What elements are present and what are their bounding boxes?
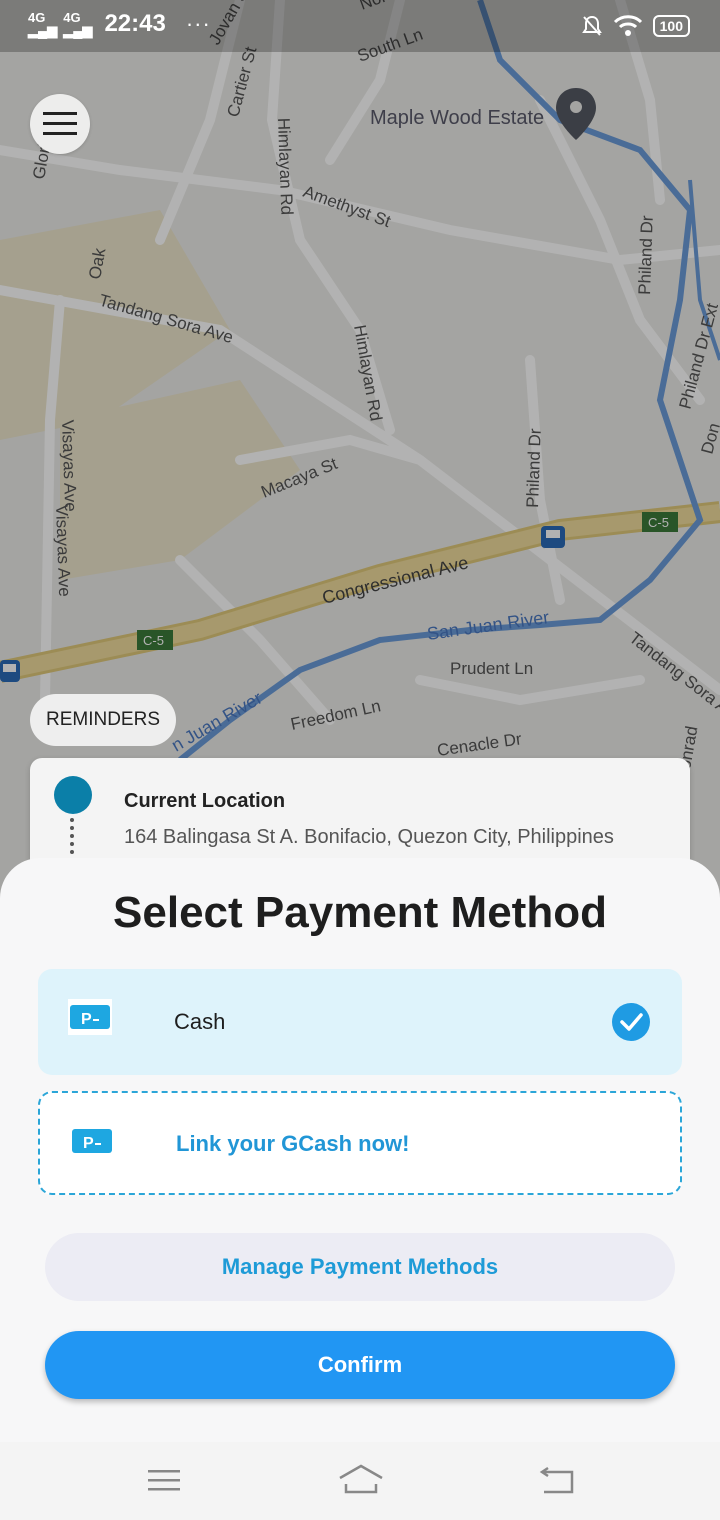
confirm-button[interactable]: Confirm [45,1331,675,1399]
signal-icon: 4G ▂▄▆ [28,10,58,38]
reminders-button[interactable]: REMINDERS [30,694,176,746]
hamburger-icon [43,112,77,135]
location-address: 164 Balingasa St A. Bonifacio, Quezon Ci… [124,826,614,848]
more-notifications-icon: ··· [185,11,211,36]
bus-stop-icon[interactable] [0,660,20,682]
battery-indicator: 100 [652,15,690,37]
link-gcash-label: Link your GCash now! [176,1131,410,1156]
payment-option-label: Cash [174,1009,226,1034]
map-label-philand-dr-2: Philand Dr [523,428,545,508]
location-title: Current Location [124,790,286,812]
signal-icon: 4G ▂▄▆ [63,10,93,38]
map-label-himlayan-rd-1: Himlayan Rd [274,117,296,215]
map-label-visayas-ave-2: Visayas Ave [52,504,74,597]
recent-apps-icon[interactable] [144,1462,184,1498]
link-gcash-option[interactable]: P Link your GCash now! [38,1091,682,1195]
map-label-prudent-ln: Prudent Ln [450,659,533,678]
map-label-philand-dr: Philand Dr [635,215,657,295]
origin-dot-icon [54,776,92,814]
wifi-icon [613,15,642,36]
map-label-maple-wood-estate: Maple Wood Estate [370,107,544,129]
c5-shield-right-label: C-5 [648,515,669,530]
status-bar: 4G ▂▄▆ 4G ▂▄▆ 22:43 ··· 100 [0,0,720,52]
bell-off-icon [581,15,602,36]
home-icon[interactable] [338,1462,384,1498]
checkmark-icon [612,1003,650,1041]
cash-icon: P [68,999,112,1035]
payment-method-sheet: Select Payment Method P Cash P Link your… [0,858,720,1442]
svg-text:P: P [83,1135,94,1152]
bus-stop-icon[interactable] [541,526,565,548]
back-icon[interactable] [538,1462,578,1498]
payment-option-cash[interactable]: P Cash [38,969,682,1075]
gcash-icon: P [72,1129,112,1153]
manage-payment-methods-button[interactable]: Manage Payment Methods [45,1233,675,1301]
c5-shield-left-label: C-5 [143,633,164,648]
map-label-visayas-ave-1: Visayas Ave [58,419,80,512]
svg-text:P: P [81,1011,92,1028]
system-nav-bar [0,1442,720,1520]
hamburger-menu-button[interactable] [30,94,90,154]
clock: 22:43 [104,10,166,37]
sheet-title: Select Payment Method [113,888,607,937]
